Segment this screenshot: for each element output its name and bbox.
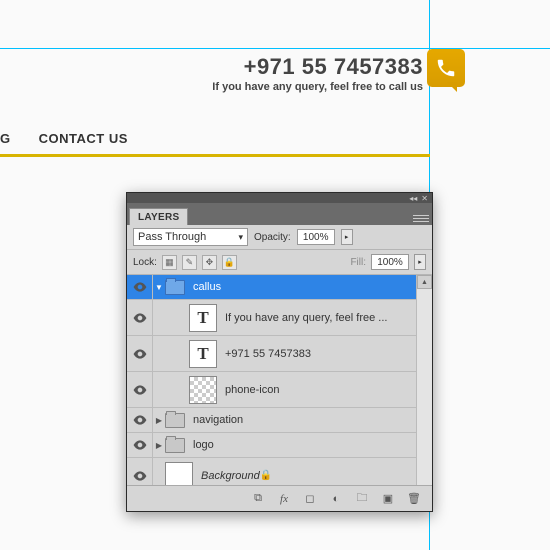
nav-item-partial[interactable]: G bbox=[0, 131, 11, 146]
adjustment-layer-icon[interactable]: ◐ bbox=[328, 493, 344, 505]
layer-name[interactable]: If you have any query, feel free ... bbox=[225, 312, 387, 324]
folder-icon bbox=[165, 438, 185, 453]
link-layers-icon[interactable]: ⧉ bbox=[250, 492, 266, 505]
panel-titlebar[interactable]: ◂◂ ✕ bbox=[127, 193, 432, 203]
layer-name[interactable]: callus bbox=[193, 281, 221, 293]
text-layer-icon: T bbox=[189, 340, 217, 368]
opacity-label: Opacity: bbox=[254, 232, 291, 243]
guide-horizontal[interactable] bbox=[0, 48, 550, 49]
visibility-toggle[interactable] bbox=[127, 408, 153, 432]
layer-row-phone-icon[interactable]: phone-icon bbox=[127, 372, 432, 408]
new-layer-icon[interactable]: ▣ bbox=[380, 492, 396, 505]
lock-row: Lock: ▦ ✎ ✥ 🔒 Fill: 100% ▸ bbox=[127, 250, 432, 275]
layer-row-callus[interactable]: ▼ callus bbox=[127, 275, 432, 300]
visibility-toggle[interactable] bbox=[127, 300, 153, 335]
delete-layer-icon[interactable]: 🗑 bbox=[406, 492, 422, 505]
opacity-input[interactable]: 100% bbox=[297, 229, 335, 245]
layer-row-navigation[interactable]: ▶ navigation bbox=[127, 408, 432, 433]
phone-tagline: If you have any query, feel free to call… bbox=[212, 81, 423, 93]
panel-footer: ⧉ fx ◻ ◐ 🗀 ▣ 🗑 bbox=[127, 485, 432, 511]
opacity-flyout-icon[interactable]: ▸ bbox=[341, 229, 353, 245]
raster-layer-thumb bbox=[189, 376, 217, 404]
visibility-toggle[interactable] bbox=[127, 372, 153, 407]
layer-list: ▲ ▼ callus T If you have any query, feel… bbox=[127, 275, 432, 485]
lock-icon[interactable]: 🔒 bbox=[260, 470, 272, 481]
panel-menu-icon[interactable] bbox=[413, 211, 429, 225]
disclosure-triangle-icon[interactable]: ▶ bbox=[153, 441, 165, 450]
layer-row-text-phone[interactable]: T +971 55 7457383 bbox=[127, 336, 432, 372]
fill-label: Fill: bbox=[350, 257, 366, 268]
layer-row-background[interactable]: Background 🔒 bbox=[127, 458, 432, 485]
phone-number: +971 55 7457383 bbox=[212, 54, 423, 80]
panel-tab-row: LAYERS bbox=[127, 203, 432, 225]
visibility-toggle[interactable] bbox=[127, 336, 153, 371]
close-icon[interactable]: ✕ bbox=[421, 194, 428, 203]
layer-row-logo[interactable]: ▶ logo bbox=[127, 433, 432, 458]
callus-block: +971 55 7457383 If you have any query, f… bbox=[212, 54, 423, 93]
nav-item-contact[interactable]: CONTACT US bbox=[39, 131, 128, 146]
tab-layers[interactable]: LAYERS bbox=[129, 208, 188, 225]
lock-pixels-icon[interactable]: ✎ bbox=[182, 255, 197, 270]
visibility-toggle[interactable] bbox=[127, 275, 153, 299]
layer-style-icon[interactable]: fx bbox=[276, 493, 292, 505]
fill-flyout-icon[interactable]: ▸ bbox=[414, 254, 426, 270]
layer-name[interactable]: +971 55 7457383 bbox=[225, 348, 311, 360]
layer-name[interactable]: phone-icon bbox=[225, 384, 279, 396]
layers-panel: ◂◂ ✕ LAYERS Pass Through Opacity: 100% ▸… bbox=[126, 192, 433, 512]
scrollbar[interactable]: ▲ bbox=[416, 275, 432, 485]
lock-all-icon[interactable]: 🔒 bbox=[222, 255, 237, 270]
scroll-up-icon[interactable]: ▲ bbox=[417, 275, 432, 289]
navigation-bar: G CONTACT US bbox=[0, 131, 430, 157]
lock-position-icon[interactable]: ✥ bbox=[202, 255, 217, 270]
layer-row-text-tagline[interactable]: T If you have any query, feel free ... bbox=[127, 300, 432, 336]
layer-name[interactable]: navigation bbox=[193, 414, 243, 426]
visibility-toggle[interactable] bbox=[127, 433, 153, 457]
folder-icon bbox=[165, 280, 185, 295]
layer-name[interactable]: logo bbox=[193, 439, 214, 451]
fill-input[interactable]: 100% bbox=[371, 254, 409, 270]
disclosure-triangle-icon[interactable]: ▶ bbox=[153, 416, 165, 425]
folder-icon bbox=[165, 413, 185, 428]
blend-opacity-row: Pass Through Opacity: 100% ▸ bbox=[127, 225, 432, 250]
blend-mode-select[interactable]: Pass Through bbox=[133, 228, 248, 246]
layer-name[interactable]: Background bbox=[201, 470, 260, 482]
text-layer-icon: T bbox=[189, 304, 217, 332]
collapse-icon[interactable]: ◂◂ bbox=[409, 194, 417, 203]
disclosure-triangle-icon[interactable]: ▼ bbox=[153, 283, 165, 292]
lock-transparency-icon[interactable]: ▦ bbox=[162, 255, 177, 270]
visibility-toggle[interactable] bbox=[127, 458, 153, 485]
new-group-icon[interactable]: 🗀 bbox=[354, 489, 370, 508]
layer-mask-icon[interactable]: ◻ bbox=[302, 492, 318, 505]
lock-label: Lock: bbox=[133, 257, 157, 268]
raster-layer-thumb bbox=[165, 462, 193, 486]
phone-icon bbox=[427, 49, 465, 87]
